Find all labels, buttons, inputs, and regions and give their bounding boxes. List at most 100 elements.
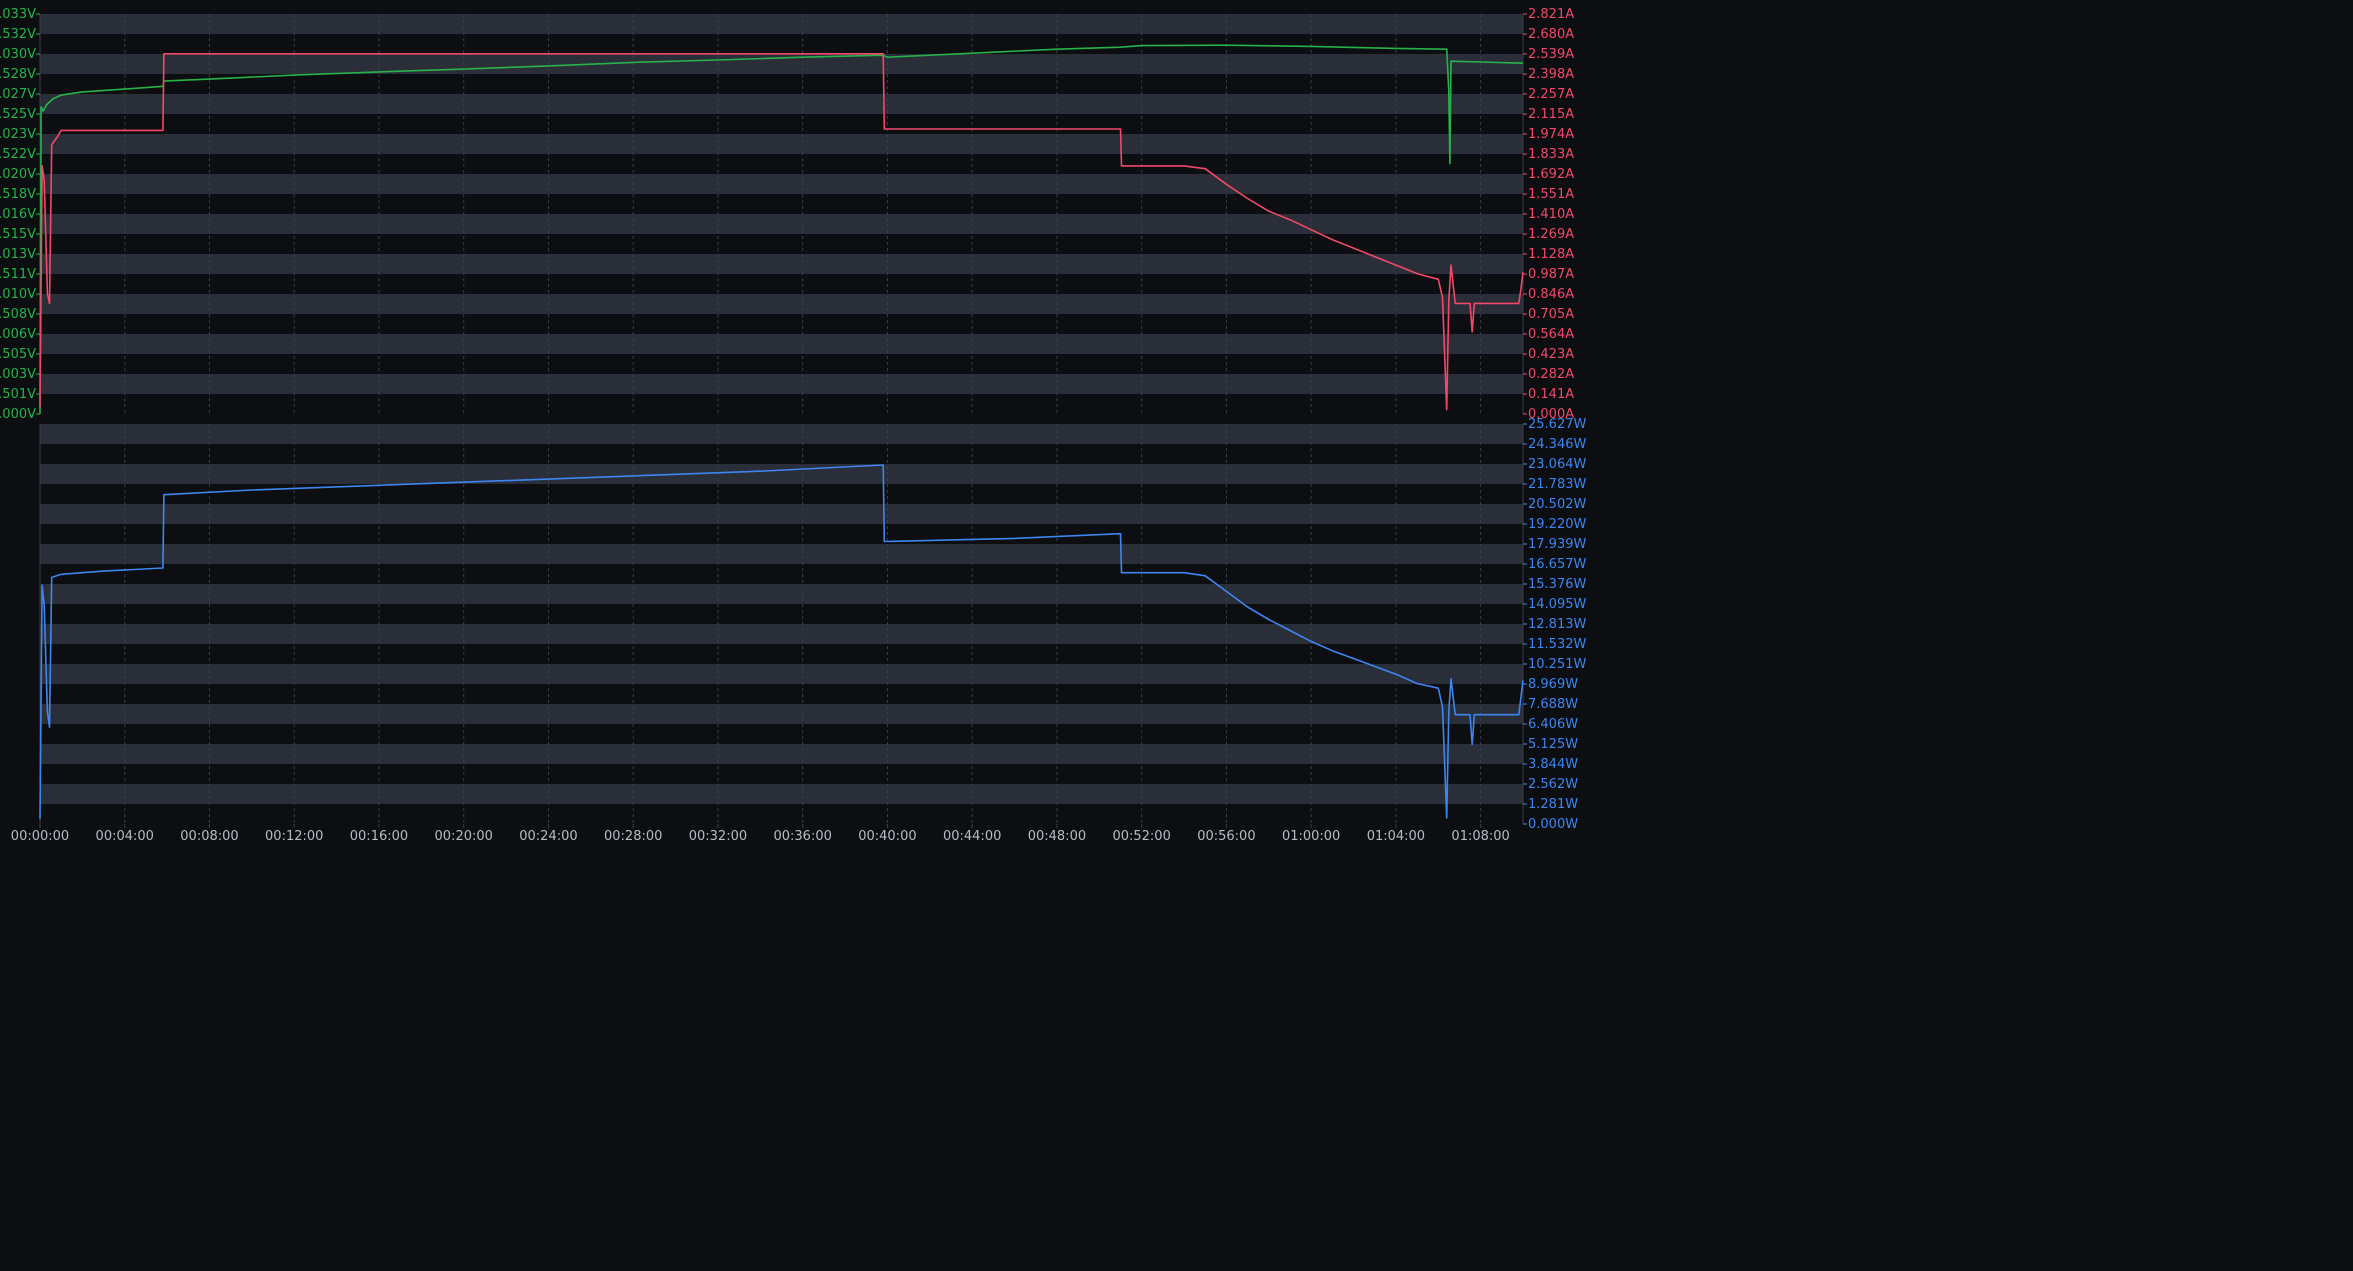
- voltage-axis-tick-label: 10.033V: [0, 7, 36, 22]
- top-panel: 10.033V 9.532V 9.030V 8.528V 8.027V 7.525V 7.0…: [0, 7, 1574, 422]
- bottom-band: [40, 604, 1523, 624]
- voltage-axis-tick-label: 2.006V: [0, 327, 36, 342]
- bottom-band: [40, 584, 1523, 604]
- voltage-axis-tick-label: 9.532V: [0, 27, 36, 42]
- bottom-band: [40, 504, 1523, 524]
- power-axis-tick-label: 16.657W: [1528, 557, 1586, 572]
- current-axis-tick-label: 1.833A: [1528, 147, 1574, 162]
- bottom-band: [40, 444, 1523, 464]
- voltage-axis-tick-label: 8.528V: [0, 67, 36, 82]
- top-band: [40, 334, 1523, 354]
- current-axis-tick-label: 1.269A: [1528, 227, 1574, 242]
- time-tick-label: 01:08:00: [1451, 829, 1509, 844]
- top-band: [40, 394, 1523, 414]
- current-axis-ticks: 2.821A 2.680A 2.539A 2.398A 2.257A 2.115A 1.97…: [1523, 7, 1574, 422]
- power-axis-tick-label: 7.688W: [1528, 697, 1578, 712]
- bottom-band: [40, 804, 1523, 824]
- bottom-band: [40, 644, 1523, 664]
- bottom-band: [40, 624, 1523, 644]
- top-band: [40, 14, 1523, 34]
- top-bands: [39, 14, 1524, 414]
- power-axis-tick-label: 3.844W: [1528, 757, 1578, 772]
- time-tick-label: 00:12:00: [265, 829, 323, 844]
- voltage-axis-tick-label: 4.515V: [0, 227, 36, 242]
- top-band: [40, 294, 1523, 314]
- time-tick-label: 00:00:00: [11, 829, 69, 844]
- voltage-axis-tick-label: 5.016V: [0, 207, 36, 222]
- bottom-band: [40, 564, 1523, 584]
- bottom-band: [40, 544, 1523, 564]
- time-tick-label: 00:08:00: [180, 829, 238, 844]
- power-axis-tick-label: 6.406W: [1528, 717, 1578, 732]
- top-band: [40, 94, 1523, 114]
- bottom-band: [40, 664, 1523, 684]
- current-axis-tick-label: 2.115A: [1528, 107, 1574, 122]
- current-axis-tick-label: 1.551A: [1528, 187, 1574, 202]
- voltage-axis-tick-label: 5.518V: [0, 187, 36, 202]
- current-axis-tick-label: 0.564A: [1528, 327, 1574, 342]
- current-axis-tick-label: 1.128A: [1528, 247, 1574, 262]
- voltage-axis-tick-label: 0.501V: [0, 387, 36, 402]
- power-axis-tick-label: 1.281W: [1528, 797, 1578, 812]
- top-band: [40, 194, 1523, 214]
- time-axis-ticks: 00:00:00 00:04:00 00:08:00 00:12:00 00:16:00…: [11, 824, 1510, 844]
- time-tick-label: 00:40:00: [858, 829, 916, 844]
- power-axis-tick-label: 25.627W: [1528, 417, 1586, 432]
- chart-canvas: 10.033V 9.532V 9.030V 8.528V 8.027V 7.525V 7.0…: [0, 7, 1586, 844]
- time-tick-label: 00:48:00: [1028, 829, 1086, 844]
- current-axis-tick-label: 2.539A: [1528, 47, 1574, 62]
- power-axis-tick-label: 8.969W: [1528, 677, 1578, 692]
- power-axis-tick-label: 23.064W: [1528, 457, 1586, 472]
- power-axis-tick-label: 12.813W: [1528, 617, 1586, 632]
- power-axis-ticks: 25.627W 24.346W 23.064W 21.783W 20.502W 19.22…: [1523, 417, 1586, 832]
- voltage-axis-tick-label: 4.013V: [0, 247, 36, 262]
- bottom-band: [40, 464, 1523, 484]
- current-axis-tick-label: 0.282A: [1528, 367, 1574, 382]
- voltage-axis-ticks: 10.033V 9.532V 9.030V 8.528V 8.027V 7.525V 7.0…: [0, 7, 40, 422]
- power-axis-tick-label: 2.562W: [1528, 777, 1578, 792]
- current-axis-tick-label: 1.692A: [1528, 167, 1574, 182]
- bottom-band: [40, 704, 1523, 724]
- top-band: [40, 254, 1523, 274]
- bottom-band: [40, 784, 1523, 804]
- time-tick-label: 00:24:00: [519, 829, 577, 844]
- voltage-axis-tick-label: 3.511V: [0, 267, 36, 282]
- time-tick-label: 00:32:00: [689, 829, 747, 844]
- current-axis-tick-label: 1.410A: [1528, 207, 1574, 222]
- top-band: [40, 134, 1523, 154]
- current-axis-tick-label: 0.987A: [1528, 267, 1574, 282]
- time-tick-label: 00:20:00: [435, 829, 493, 844]
- current-axis-tick-label: 0.846A: [1528, 287, 1574, 302]
- top-band: [40, 274, 1523, 294]
- voltage-axis-tick-label: 1.003V: [0, 367, 36, 382]
- current-axis-tick-label: 2.398A: [1528, 67, 1574, 82]
- top-band: [40, 154, 1523, 174]
- voltage-axis-tick-label: 7.023V: [0, 127, 36, 142]
- bottom-band: [40, 524, 1523, 544]
- power-axis-tick-label: 21.783W: [1528, 477, 1586, 492]
- top-band: [40, 114, 1523, 134]
- power-axis-tick-label: 10.251W: [1528, 657, 1586, 672]
- voltage-axis-tick-label: 0.000V: [0, 407, 36, 422]
- voltage-axis-tick-label: 2.508V: [0, 307, 36, 322]
- bottom-band: [40, 724, 1523, 744]
- current-axis-tick-label: 2.821A: [1528, 7, 1574, 22]
- time-tick-label: 01:00:00: [1282, 829, 1340, 844]
- bottom-panel: 25.627W 24.346W 23.064W 21.783W 20.502W 19.22…: [39, 417, 1586, 832]
- power-axis-tick-label: 24.346W: [1528, 437, 1586, 452]
- top-band: [40, 34, 1523, 54]
- time-tick-label: 00:16:00: [350, 829, 408, 844]
- time-tick-label: 00:36:00: [773, 829, 831, 844]
- current-axis-tick-label: 0.705A: [1528, 307, 1574, 322]
- voltage-axis-tick-label: 3.010V: [0, 287, 36, 302]
- voltage-axis-tick-label: 9.030V: [0, 47, 36, 62]
- bottom-bands: [39, 424, 1524, 824]
- power-axis-tick-label: 15.376W: [1528, 577, 1586, 592]
- top-band: [40, 234, 1523, 254]
- time-tick-label: 01:04:00: [1367, 829, 1425, 844]
- power-axis-tick-label: 17.939W: [1528, 537, 1586, 552]
- time-tick-label: 00:44:00: [943, 829, 1001, 844]
- current-axis-tick-label: 2.257A: [1528, 87, 1574, 102]
- voltage-axis-tick-label: 6.522V: [0, 147, 36, 162]
- bottom-band: [40, 764, 1523, 784]
